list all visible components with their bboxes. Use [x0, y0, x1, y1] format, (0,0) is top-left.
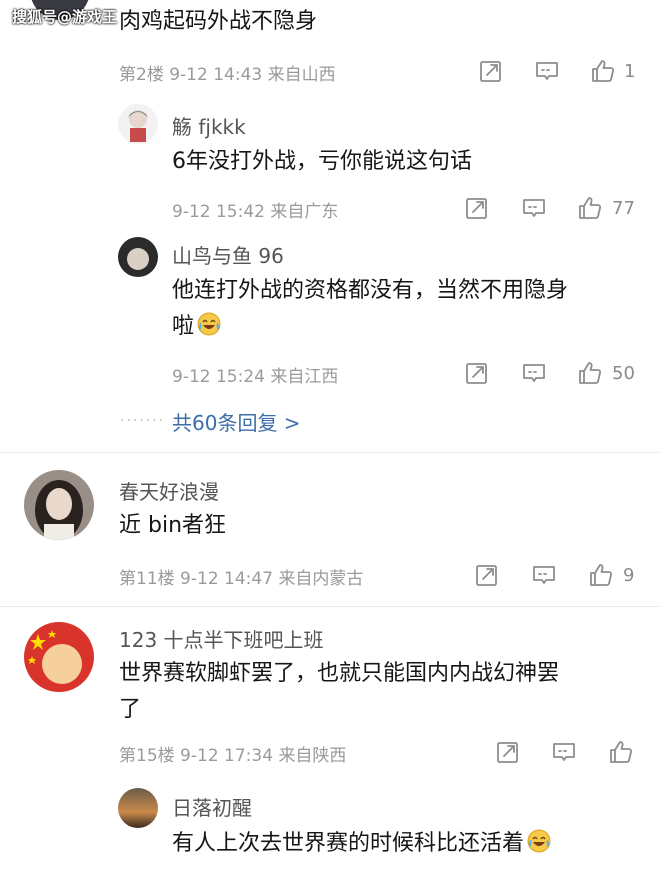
comment-time: 9-12 14:43 — [169, 65, 263, 85]
reply-username[interactable]: 山鸟与鱼 96 — [172, 240, 284, 269]
reply-time: 9-12 15:24 — [172, 367, 265, 387]
like-count: 50 — [612, 363, 635, 384]
avatar[interactable] — [118, 788, 158, 828]
reply-meta: 9-12 15:42 来自广东 — [172, 197, 338, 222]
share-edit-icon — [474, 562, 500, 588]
comment-content-line2: 了 — [119, 697, 142, 722]
reply-username[interactable]: 日落初醒 — [172, 792, 252, 821]
like-button[interactable] — [577, 195, 603, 221]
comment-content: 近 bin者狂 — [119, 513, 227, 538]
comment-meta: 第2楼 9-12 14:43 来自山西 — [119, 60, 336, 85]
share-button[interactable] — [478, 58, 504, 84]
reply-content-line: 有人上次去世界赛的时候科比还活着 — [172, 826, 552, 862]
share-edit-icon — [495, 739, 521, 765]
like-count: 9 — [623, 565, 635, 586]
share-edit-icon — [464, 360, 490, 386]
avatar-image — [118, 788, 158, 828]
comment-icon — [551, 739, 577, 765]
comment-time: 9-12 14:47 — [180, 569, 274, 589]
comment-username[interactable]: 春天好浪漫 — [119, 476, 219, 505]
comment-button[interactable] — [521, 195, 547, 221]
divider — [0, 452, 660, 453]
comment-button[interactable] — [534, 58, 560, 84]
comment-icon — [521, 195, 547, 221]
divider — [0, 606, 660, 607]
share-button[interactable] — [495, 739, 521, 765]
avatar[interactable] — [118, 237, 158, 277]
thumbs-up-icon — [588, 562, 614, 588]
share-button[interactable] — [474, 562, 500, 588]
floor-number: 第11楼 — [119, 569, 175, 589]
avatar[interactable] — [24, 622, 94, 692]
avatar[interactable] — [118, 104, 158, 144]
comment-icon — [531, 562, 557, 588]
avatar-image — [24, 622, 94, 692]
like-count: 1 — [624, 61, 636, 82]
like-count: 77 — [612, 198, 635, 219]
comment-content: 肉鸡起码外战不隐身 — [119, 9, 318, 34]
thumbs-up-icon — [590, 58, 616, 84]
comment-location: 来自陕西 — [278, 746, 347, 766]
comment-time: 9-12 17:34 — [180, 746, 274, 766]
avatar[interactable] — [24, 470, 94, 540]
comment-location: 来自山西 — [267, 65, 336, 85]
comment-button[interactable] — [551, 739, 577, 765]
floor-number: 第2楼 — [119, 65, 164, 85]
comment-location: 来自内蒙古 — [278, 569, 364, 589]
laughing-tears-emoji-icon — [526, 828, 552, 854]
avatar-image — [118, 237, 158, 277]
laughing-tears-emoji-icon — [196, 311, 222, 337]
comment-content: 世界赛软脚虾罢了，也就只能国内内战幻神罢 — [119, 661, 560, 686]
comment-button[interactable] — [531, 562, 557, 588]
avatar-image — [24, 470, 94, 540]
like-button[interactable] — [588, 562, 614, 588]
comment-icon — [534, 58, 560, 84]
reply-time: 9-12 15:42 — [172, 202, 265, 222]
comment-meta: 第15楼 9-12 17:34 来自陕西 — [119, 741, 346, 766]
like-button[interactable] — [577, 360, 603, 386]
share-edit-icon — [478, 58, 504, 84]
thumbs-up-icon — [577, 195, 603, 221]
reply-content-text: 啦 — [172, 314, 195, 339]
reply-username[interactable]: 觞 fjkkk — [172, 111, 246, 140]
floor-number: 第15楼 — [119, 746, 175, 766]
like-button[interactable] — [590, 58, 616, 84]
reply-content: 6年没打外战，亏你能说这句话 — [172, 149, 472, 174]
more-replies-link[interactable]: 共60条回复 > — [172, 407, 301, 436]
thumbs-up-icon — [608, 739, 634, 765]
share-edit-icon — [464, 195, 490, 221]
share-button[interactable] — [464, 195, 490, 221]
comment-username[interactable]: 123 十点半下班吧上班 — [119, 624, 324, 653]
reply-meta: 9-12 15:24 来自江西 — [172, 362, 338, 387]
watermark: 搜狐号@游戏王 — [12, 8, 118, 26]
thumbs-up-icon — [577, 360, 603, 386]
share-button[interactable] — [464, 360, 490, 386]
expand-dots: ······· — [120, 413, 166, 429]
reply-content-line2: 啦 — [172, 309, 222, 345]
reply-content: 他连打外战的资格都没有，当然不用隐身 — [172, 278, 569, 303]
comment-icon — [521, 360, 547, 386]
avatar-image — [118, 104, 158, 144]
comment-button[interactable] — [521, 360, 547, 386]
comment-meta: 第11楼 9-12 14:47 来自内蒙古 — [119, 564, 363, 589]
like-button[interactable] — [608, 739, 634, 765]
reply-location: 来自广东 — [270, 202, 339, 222]
reply-location: 来自江西 — [270, 367, 339, 387]
reply-content: 有人上次去世界赛的时候科比还活着 — [172, 831, 525, 856]
